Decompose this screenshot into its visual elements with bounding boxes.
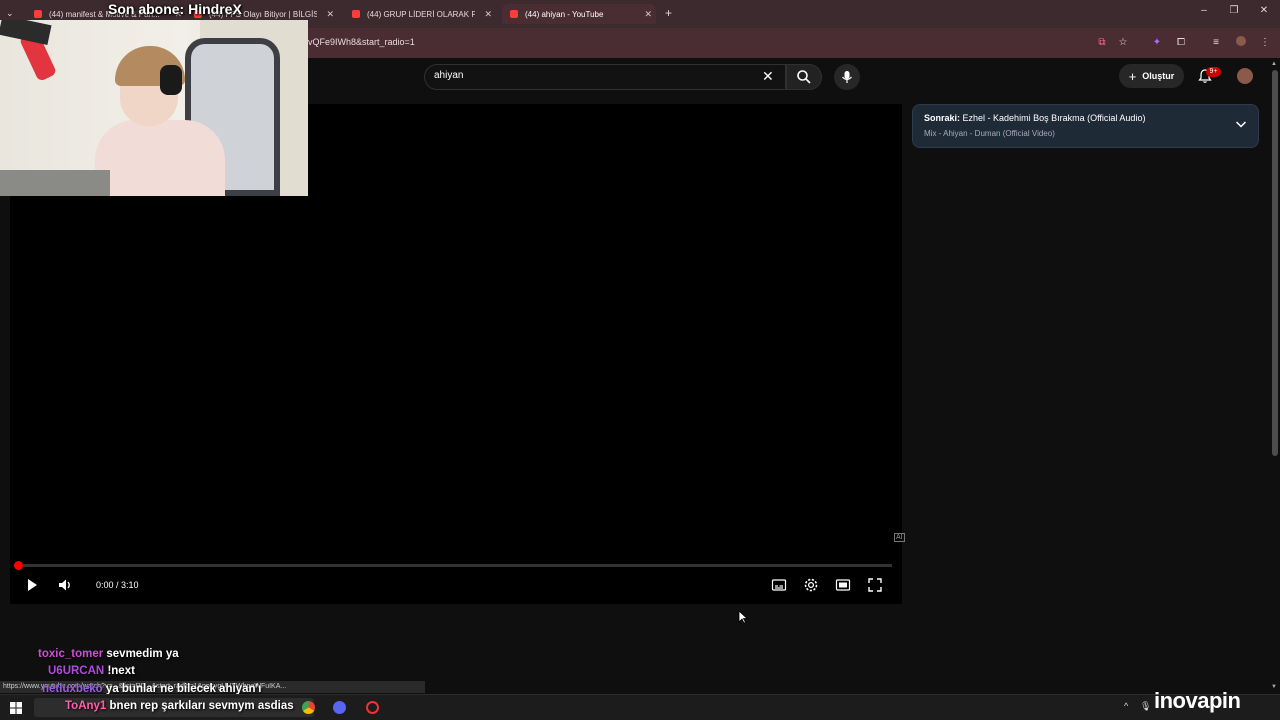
subtitles-icon[interactable]	[771, 577, 787, 593]
person-body	[95, 120, 225, 196]
up-next-card[interactable]	[912, 104, 1259, 148]
search-input[interactable]	[424, 64, 786, 90]
chat-username: ToAny1	[65, 700, 107, 712]
headset	[160, 65, 182, 95]
chat-message: U6URCAN !next	[48, 665, 135, 677]
extension-icon[interactable]: ✦	[1150, 36, 1164, 50]
browser-tab-active[interactable]: (44) ahiyan - YouTube ✕	[502, 4, 656, 24]
tray-microphone-icon[interactable]: 🎙	[1140, 701, 1151, 712]
restore-icon[interactable]: ❐	[1226, 5, 1242, 16]
volume-icon[interactable]	[57, 577, 73, 593]
progress-scrubber-handle[interactable]	[14, 561, 23, 570]
scrollbar-thumb[interactable]	[1272, 70, 1278, 456]
window-close-icon[interactable]: ✕	[1256, 5, 1272, 16]
discord-icon[interactable]	[333, 701, 346, 714]
account-avatar[interactable]	[1237, 68, 1253, 84]
bookmark-star-icon[interactable]: ☆	[1116, 36, 1130, 50]
clear-search-icon[interactable]: ✕	[762, 68, 774, 85]
chevron-down-icon[interactable]	[1235, 119, 1247, 129]
chat-message: ToAny1 bnen rep şarkıları sevmym asdias	[65, 700, 294, 712]
chat-text: !next	[107, 665, 135, 677]
video-time: 0:00 / 3:10	[96, 580, 139, 590]
mouse-cursor-icon	[738, 610, 748, 624]
theater-mode-icon[interactable]	[835, 577, 851, 593]
chat-text: bnen rep şarkıları sevmym asdias	[109, 700, 294, 712]
create-button[interactable]: + Oluştur	[1119, 64, 1184, 88]
up-next-video-title: Ezhel - Kadehimi Boş Bırakma (Official A…	[962, 113, 1146, 123]
up-next-label: Sonraki:	[924, 113, 961, 123]
new-tab-button[interactable]: +	[665, 6, 672, 20]
up-next-playlist: Mix - Ahiyan - Duman (Official Video)	[924, 129, 1055, 138]
notification-count-badge: 9+	[1206, 67, 1221, 77]
tray-chevron-icon[interactable]: ^	[1124, 701, 1128, 711]
scroll-up-arrow-icon[interactable]: ▲	[1271, 61, 1277, 67]
browser-menu-icon[interactable]: ⋮	[1258, 36, 1272, 50]
close-icon[interactable]: ✕	[484, 9, 492, 20]
close-icon[interactable]: ✕	[644, 9, 652, 20]
install-app-icon[interactable]: ⧉	[1095, 36, 1109, 50]
microphone-icon	[842, 71, 852, 83]
puzzle-extensions-icon[interactable]: ⧠	[1174, 36, 1188, 50]
tab-title: (44) ahiyan - YouTube	[525, 9, 604, 19]
fullscreen-icon[interactable]	[867, 577, 883, 593]
chat-username: toxic_tomer	[38, 648, 104, 660]
search-input-value[interactable]: ahiyan	[434, 70, 463, 81]
youtube-favicon-icon	[352, 10, 360, 18]
chat-text: sevmedim ya	[106, 648, 179, 660]
search-button[interactable]	[786, 64, 822, 90]
youtube-favicon-icon	[510, 10, 518, 18]
scroll-down-arrow-icon[interactable]: ▼	[1271, 684, 1277, 690]
voice-search-button[interactable]	[834, 64, 860, 90]
streamer-webcam	[0, 20, 308, 196]
windows-start-icon[interactable]	[10, 702, 22, 714]
play-icon[interactable]	[24, 577, 40, 593]
chat-message: toxic_tomer sevmedim ya	[38, 648, 179, 660]
tab-title: (44) GRUP LİDERİ OLARAK PLA...	[367, 9, 475, 19]
search-icon	[797, 70, 811, 84]
desk	[0, 170, 110, 196]
close-icon[interactable]: ✕	[326, 9, 334, 20]
up-next-title: Sonraki: Ezhel - Kadehimi Boş Bırakma (O…	[924, 113, 1145, 123]
media-control-icon[interactable]: ≡	[1209, 36, 1223, 50]
tab-search-chevron-icon[interactable]: ⌄	[6, 8, 14, 19]
last-subscriber-text: Son abone: HindreX	[108, 1, 242, 17]
address-bar-url[interactable]: vQFe9IWh8&start_radio=1	[308, 37, 415, 47]
ai-badge-icon: AI	[894, 533, 905, 542]
settings-gear-icon[interactable]	[803, 577, 819, 593]
progress-bar[interactable]	[18, 564, 892, 567]
recording-app-icon[interactable]	[366, 701, 379, 714]
chrome-icon[interactable]	[302, 701, 315, 714]
youtube-favicon-icon	[34, 10, 42, 18]
minimize-icon[interactable]: –	[1196, 5, 1212, 16]
create-label: Oluştur	[1142, 71, 1175, 81]
chat-username: U6URCAN	[48, 665, 105, 677]
plus-icon: +	[1128, 68, 1137, 84]
profile-avatar-icon[interactable]	[1234, 36, 1248, 50]
sponsor-watermark: inovapin	[1154, 688, 1241, 713]
browser-tab[interactable]: (44) GRUP LİDERİ OLARAK PLA... ✕	[344, 4, 496, 24]
